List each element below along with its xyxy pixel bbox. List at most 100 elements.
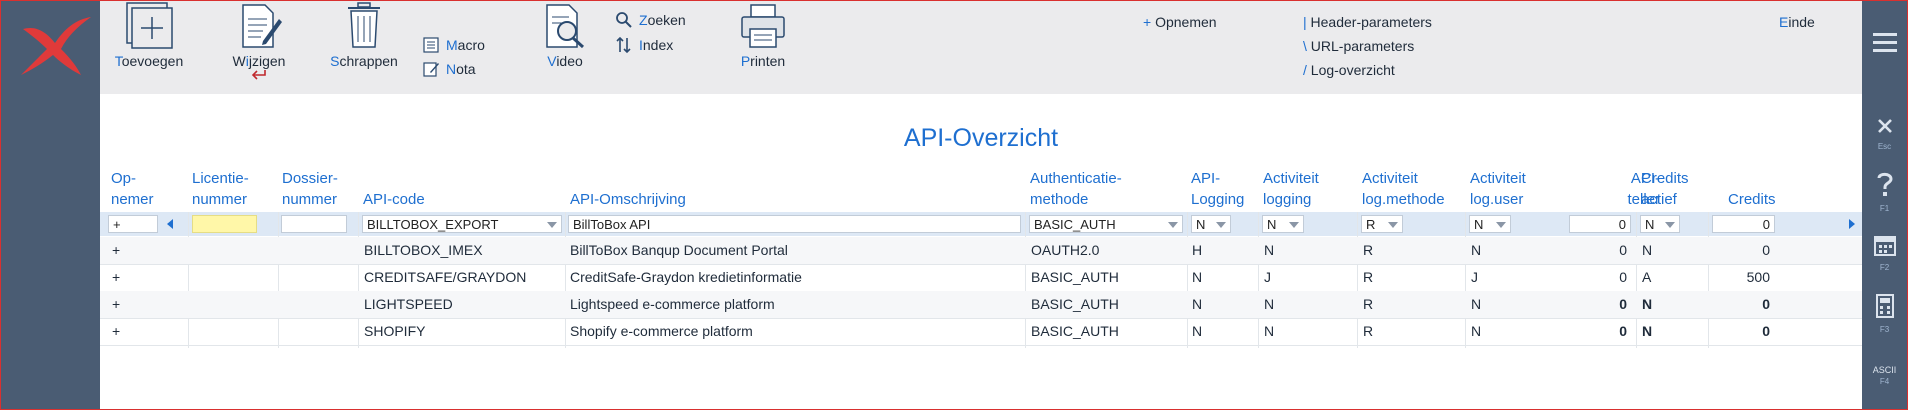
video-icon [546, 4, 585, 49]
cell-act-method: R [1363, 242, 1374, 258]
table-row[interactable]: + SHOPIFY Shopify e-commerce platform BA… [100, 318, 1862, 346]
cell-opnemen[interactable]: + [112, 296, 120, 312]
help-button[interactable]: F1 [1862, 171, 1907, 213]
cell-act-user: J [1471, 269, 1478, 285]
filter-api-omschrijving-input[interactable]: BillToBox API [568, 215, 1021, 233]
filter-act-method-select[interactable]: R [1361, 215, 1403, 233]
record-button[interactable]: + Opnemen [1143, 14, 1217, 30]
search-button[interactable]: Zoeken [615, 11, 686, 29]
col-header-licentie[interactable]: Licentie-nummer [192, 168, 249, 210]
cell-opnemen[interactable]: + [112, 323, 120, 339]
video-accent: V [547, 53, 557, 69]
col-header-act-user[interactable]: Activiteit log.user [1470, 168, 1526, 210]
chevron-down-icon [1496, 222, 1506, 228]
chevron-down-icon [1216, 222, 1226, 228]
cell-api-code: LIGHTSPEED [364, 296, 453, 312]
col-header-opnemen-line1: Op- [111, 170, 137, 187]
print-button[interactable]: Printen [728, 1, 798, 69]
col-header-credits[interactable]: Credits [1728, 189, 1776, 210]
cell-act-method: R [1363, 269, 1374, 285]
col-header-act-logging-line1: Activiteit [1263, 170, 1319, 187]
col-header-dossier[interactable]: Dossier-nummer [282, 168, 338, 210]
col-header-api-logging-line1: API- [1191, 170, 1221, 187]
app-logo-icon[interactable] [15, 11, 95, 81]
col-header-api-logging[interactable]: API- Logging [1191, 168, 1244, 210]
col-header-opnemen[interactable]: Op-nemer [111, 168, 154, 210]
table-row[interactable]: + LIGHTSPEED Lightspeed e-commerce platf… [100, 291, 1862, 319]
filter-api-teller-input[interactable]: 0 [1569, 215, 1631, 233]
cell-opnemen[interactable]: + [112, 269, 120, 285]
macro-button[interactable]: Macro [422, 36, 485, 54]
calculator-key-label: F3 [1879, 325, 1890, 334]
col-header-act-logging-line2: logging [1263, 191, 1312, 208]
note-button[interactable]: Nota [422, 60, 476, 78]
end-accent: E [1779, 14, 1789, 30]
chevron-down-icon [1168, 222, 1178, 228]
cell-auth: BASIC_AUTH [1031, 323, 1119, 339]
filter-credits-actief-select[interactable]: N [1640, 215, 1680, 233]
delete-button[interactable]: Schrappen [329, 1, 399, 69]
filter-dossier-input[interactable] [281, 215, 347, 233]
col-header-auth[interactable]: Authenticatie-methode [1030, 168, 1122, 210]
cell-act-logging: J [1264, 269, 1271, 285]
edit-button[interactable]: Wijzigen [224, 1, 294, 81]
scroll-left-icon[interactable] [166, 219, 174, 229]
cell-credits: 0 [1762, 323, 1770, 339]
col-header-api-code[interactable]: API-code [363, 189, 425, 210]
cell-act-logging: N [1264, 296, 1275, 312]
add-button[interactable]: Toevoegen [114, 1, 184, 69]
col-header-act-method[interactable]: Activiteit log.methode [1362, 168, 1445, 210]
filter-api-code-value: BILLTOBOX_EXPORT [367, 217, 499, 232]
log-overview-link[interactable]: / Log-overzicht [1303, 62, 1395, 78]
calculator-button[interactable]: F3 [1862, 294, 1907, 334]
trash-icon [348, 2, 380, 48]
table-row[interactable]: + CREDITSAFE/GRAYDON CreditSafe-Graydon … [100, 264, 1862, 292]
cell-credits: 0 [1762, 242, 1770, 258]
col-header-api-logging-line2: Logging [1191, 191, 1245, 208]
table-row[interactable]: + BILLTOBOX_IMEX BillToBox Banqup Docume… [100, 237, 1862, 265]
url-parameters-link[interactable]: \ URL-parameters [1303, 38, 1414, 54]
close-button[interactable]: Esc [1862, 117, 1907, 151]
end-button[interactable]: Einde [1779, 14, 1815, 30]
cell-credits-actief: N [1642, 242, 1653, 258]
search-accent: Z [639, 12, 648, 28]
cell-auth: OAUTH2.0 [1031, 242, 1100, 258]
index-button[interactable]: Index [615, 36, 673, 54]
cell-act-logging: N [1264, 323, 1275, 339]
col-header-credits-actief[interactable]: Credits actief [1641, 168, 1689, 210]
video-button[interactable]: Video [530, 1, 600, 69]
log-overview-label: Log-overzicht [1306, 62, 1395, 78]
calculator-icon [1875, 294, 1894, 318]
col-header-credits-actief-line2: actief [1641, 191, 1677, 208]
macro-icon [423, 37, 439, 53]
col-header-act-logging[interactable]: Activiteit logging [1263, 168, 1319, 210]
scroll-right-icon[interactable] [1848, 219, 1856, 229]
filter-credits-input[interactable]: 0 [1712, 215, 1775, 233]
col-header-api-omschrijving[interactable]: API-Omschrijving [570, 189, 686, 210]
cell-act-user: N [1471, 242, 1482, 258]
col-header-dossier-line1: Dossier- [282, 170, 338, 187]
filter-opnemen-input[interactable]: + [108, 215, 158, 233]
cell-act-method: R [1363, 323, 1374, 339]
cell-opnemen[interactable]: + [112, 242, 120, 258]
cell-api-teller: 0 [1619, 296, 1627, 312]
filter-api-logging-select[interactable]: N [1191, 215, 1231, 233]
calendar-button[interactable]: F2 [1862, 234, 1907, 272]
close-key-label: Esc [1877, 142, 1892, 151]
header-parameters-link[interactable]: | Header-parameters [1303, 14, 1432, 30]
filter-act-logging-select[interactable]: N [1262, 215, 1304, 233]
cell-credits-actief: N [1642, 323, 1653, 339]
filter-auth-select[interactable]: BASIC_AUTH [1029, 215, 1183, 233]
filter-row: + BILLTOBOX_EXPORT BillToBox API BASIC_A… [100, 212, 1862, 236]
cell-credits: 500 [1746, 269, 1770, 285]
filter-act-user-select[interactable]: N [1469, 215, 1511, 233]
hamburger-icon [1872, 33, 1897, 52]
filter-licentie-input[interactable] [192, 215, 257, 233]
ascii-label: ASCII [1872, 365, 1897, 375]
ascii-button[interactable]: ASCII F4 [1862, 365, 1907, 386]
cell-api-omschrijving: BillToBox Banqup Document Portal [570, 242, 788, 258]
cell-act-user: N [1471, 296, 1482, 312]
chevron-down-icon [547, 222, 557, 228]
filter-api-code-select[interactable]: BILLTOBOX_EXPORT [362, 215, 562, 233]
menu-button[interactable] [1862, 31, 1907, 58]
